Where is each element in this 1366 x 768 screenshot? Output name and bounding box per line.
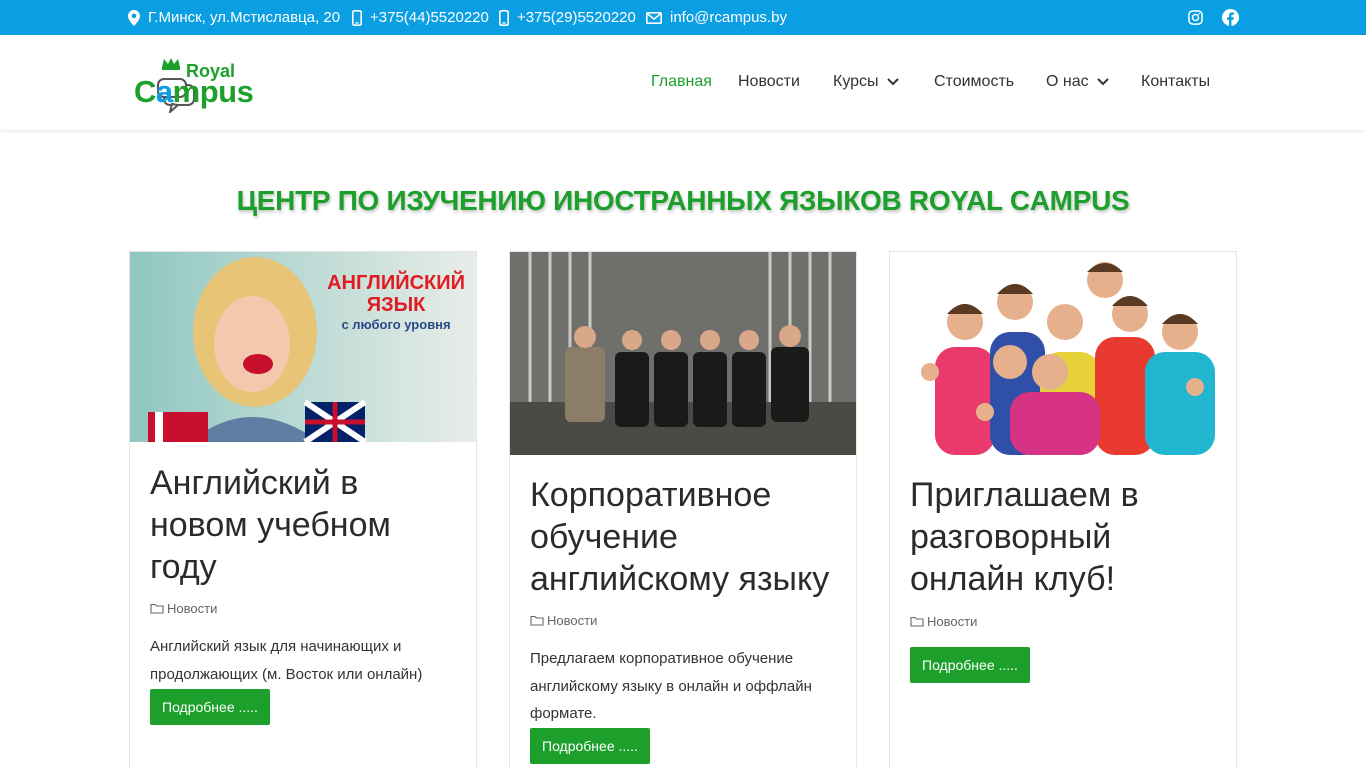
folder-icon [530, 615, 544, 626]
phone2-link[interactable]: +375(29)5520220 [499, 0, 636, 35]
banner-line2: ЯЗЫК [366, 294, 426, 316]
banner-line3: с любого уровня [341, 317, 451, 332]
nav-courses[interactable]: Курсы [833, 73, 899, 91]
banner-line1: АНГЛИЙСКИЙ [327, 272, 465, 294]
card-category-label: Новости [167, 601, 218, 616]
nav-about-label: О нас [1046, 73, 1089, 90]
map-marker-icon [128, 9, 140, 26]
folder-icon [910, 616, 924, 627]
mobile-phone-icon [499, 9, 509, 26]
card-category[interactable]: Новости [910, 614, 977, 629]
card-image-english[interactable]: АНГЛИЙСКИЙ ЯЗЫК с любого уровня [130, 252, 476, 442]
news-card: Корпоративное обучение английскому языку… [509, 251, 857, 768]
phone1-text: +375(44)5520220 [370, 9, 489, 26]
card-image-club[interactable] [890, 252, 1236, 455]
chevron-down-icon [1096, 78, 1109, 86]
nav-home[interactable]: Главная [651, 73, 712, 91]
nav-news[interactable]: Новости [738, 73, 800, 91]
read-more-button[interactable]: Подробнее ..... [150, 689, 270, 725]
nav-about[interactable]: О нас [1046, 73, 1109, 91]
card-excerpt: Предлагаем корпоративное обучение англий… [530, 650, 812, 722]
card-title[interactable]: Приглашаем в разговорный онлайн клуб! [910, 474, 1220, 600]
card-category[interactable]: Новости [150, 601, 217, 616]
address-item: Г.Минск, ул.Мстиславца, 20 [128, 0, 340, 35]
card-title[interactable]: Английский в новом учебном году [150, 462, 460, 588]
page-headline: ЦЕНТР ПО ИЗУЧЕНИЮ ИНОСТРАННЫХ ЯЗЫКОВ ROY… [236, 185, 1130, 216]
site-logo[interactable]: Royal Campus [134, 57, 266, 115]
card-image-corporate[interactable] [510, 252, 856, 455]
folder-icon [150, 603, 164, 614]
card-banner-text: АНГЛИЙСКИЙ ЯЗЫК с любого уровня [327, 272, 465, 334]
mobile-phone-icon [352, 9, 362, 26]
news-card: Приглашаем в разговорный онлайн клуб! Но… [889, 251, 1237, 768]
address-text: Г.Минск, ул.Мстиславца, 20 [148, 9, 341, 26]
facebook-icon [1221, 8, 1239, 26]
instagram-icon [1187, 9, 1203, 25]
chevron-down-icon [886, 78, 899, 86]
site-header: Royal Campus Главная Новости Курсы Стоим… [0, 35, 1366, 130]
phone2-text: +375(29)5520220 [517, 9, 636, 26]
email-link[interactable]: info@rcampus.by [646, 0, 787, 35]
card-category-label: Новости [927, 614, 978, 629]
nav-price[interactable]: Стоимость [934, 73, 1014, 91]
news-card: АНГЛИЙСКИЙ ЯЗЫК с любого уровня Английск… [129, 251, 477, 768]
nav-courses-label: Курсы [833, 73, 879, 90]
card-title[interactable]: Корпоративное обучение английскому языку [530, 474, 840, 600]
logo-campus-text: Campus [134, 74, 254, 109]
phone1-link[interactable]: +375(44)5520220 [352, 0, 489, 35]
top-contact-bar: Г.Минск, ул.Мстиславца, 20 +375(44)55202… [0, 0, 1366, 35]
facebook-link[interactable] [1221, 8, 1239, 26]
envelope-icon [646, 11, 662, 24]
read-more-button[interactable]: Подробнее ..... [910, 647, 1030, 683]
instagram-link[interactable] [1186, 8, 1204, 26]
card-excerpt: Английский язык для начинающих и продолж… [150, 638, 423, 683]
card-category[interactable]: Новости [530, 613, 597, 628]
email-text: info@rcampus.by [670, 9, 787, 26]
card-category-label: Новости [547, 613, 598, 628]
nav-contacts[interactable]: Контакты [1141, 73, 1210, 91]
read-more-button[interactable]: Подробнее ..... [530, 728, 650, 764]
